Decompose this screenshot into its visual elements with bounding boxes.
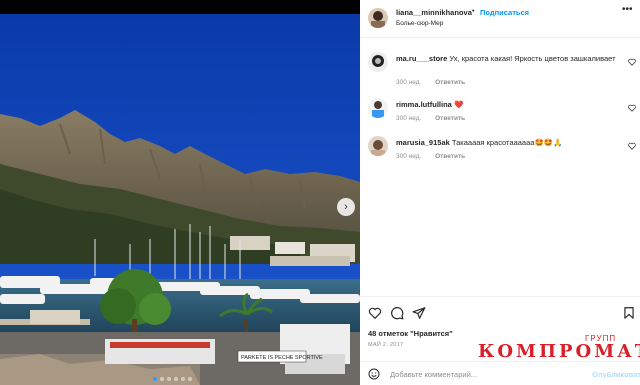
emoji-icon[interactable] <box>368 368 380 380</box>
comment-username[interactable]: ma.ru___store <box>396 54 447 63</box>
comment-item: ma.ru___store Ух, красота какая! Яркость… <box>360 50 640 90</box>
comment-username[interactable]: marusia_915ak <box>396 138 450 147</box>
harbor-photo: PARKETE IS PECHE SPORTIVE <box>0 14 360 385</box>
post-details-panel: liana__minnikhanova • Подписаться Болье-… <box>360 0 640 385</box>
header-separator: • <box>472 8 475 15</box>
carousel-dot <box>160 377 164 381</box>
comment-time[interactable]: 300 нед. <box>396 153 421 160</box>
comment-body: Ух, красота какая! Яркость цветов зашкал… <box>449 54 616 63</box>
chevron-right-icon: › <box>344 201 348 213</box>
emoji-reaction: 🤩🤩🙏 <box>534 138 563 147</box>
action-bar <box>360 296 640 326</box>
comment-meta: 300 нед. Ответить <box>396 79 477 86</box>
likes-count[interactable]: 48 отметок "Нравится" <box>368 329 453 338</box>
reply-button[interactable]: Ответить <box>435 153 465 160</box>
add-comment-bar: Опубликовать <box>360 361 640 385</box>
avatar[interactable] <box>368 136 388 156</box>
carousel-indicator <box>153 377 192 381</box>
heart-icon[interactable] <box>368 306 382 320</box>
carousel-dot <box>174 377 178 381</box>
comment-text: marusia_915ak Такаааая красотаааааа🤩🤩🙏 <box>396 138 618 148</box>
watermark-logo-sup: ГРУПП <box>585 334 617 343</box>
next-photo-button[interactable]: › <box>337 198 355 216</box>
comment-input[interactable] <box>390 367 580 381</box>
comment-body: Такаааая красотаааааа <box>451 138 535 147</box>
avatar[interactable] <box>368 8 388 28</box>
post-header: liana__minnikhanova • Подписаться Болье-… <box>360 0 640 38</box>
follow-button[interactable]: Подписаться <box>480 8 529 17</box>
comment-item: rimma.lutfullina ❤️ 300 нед. Ответить <box>360 96 640 126</box>
comment-text: ma.ru___store Ух, красота какая! Яркость… <box>396 54 618 64</box>
post-date[interactable]: МАЙ 2, 2017 <box>368 342 403 348</box>
post-author-username[interactable]: liana__minnikhanova <box>396 8 472 17</box>
watermark-logo: КОМПРОМАТ <box>478 341 640 362</box>
more-horizontal-icon[interactable]: ••• <box>622 4 633 15</box>
comment-time[interactable]: 300 нед. <box>396 79 421 86</box>
heart-emoji: ❤️ <box>453 100 464 109</box>
avatar[interactable] <box>368 98 388 118</box>
reply-button[interactable]: Ответить <box>435 115 465 122</box>
avatar[interactable] <box>368 52 388 72</box>
comment-time[interactable]: 300 нед. <box>396 115 421 122</box>
reply-button[interactable]: Ответить <box>435 79 465 86</box>
heart-icon[interactable] <box>628 104 636 112</box>
heart-icon[interactable] <box>628 142 636 150</box>
comment-meta: 300 нед. Ответить <box>396 115 477 122</box>
carousel-dot <box>181 377 185 381</box>
post-photo[interactable]: PARKETE IS PECHE SPORTIVE › <box>0 14 360 385</box>
comment-icon[interactable] <box>390 306 404 320</box>
carousel-dot <box>167 377 171 381</box>
comment-meta: 300 нед. Ответить <box>396 153 477 160</box>
carousel-dot <box>188 377 192 381</box>
comment-text: rimma.lutfullina ❤️ <box>396 100 618 110</box>
comment-item: marusia_915ak Такаааая красотаааааа🤩🤩🙏 3… <box>360 134 640 164</box>
share-icon[interactable] <box>412 306 426 320</box>
post-location[interactable]: Болье-сюр-Мер <box>396 20 443 27</box>
carousel-dot <box>153 377 157 381</box>
bookmark-icon[interactable] <box>622 306 636 320</box>
harbor-sign-text: PARKETE IS PECHE SPORTIVE <box>241 355 323 361</box>
comment-username[interactable]: rimma.lutfullina <box>396 100 452 109</box>
heart-icon[interactable] <box>628 58 636 66</box>
publish-button[interactable]: Опубликовать <box>592 370 640 379</box>
